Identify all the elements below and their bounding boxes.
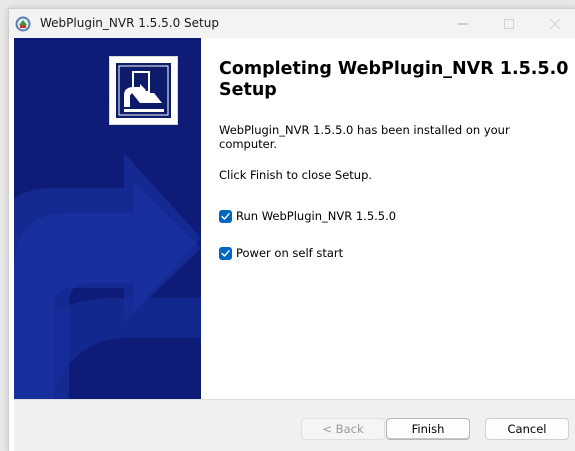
self-start-option[interactable]: Power on self start: [219, 245, 343, 261]
setup-app-icon: [15, 16, 31, 32]
button-bar: < Back Finish Cancel: [14, 399, 575, 451]
minimize-button[interactable]: [440, 9, 486, 38]
self-start-checkbox[interactable]: [219, 246, 232, 260]
setup-window: WebPlugin_NVR 1.5.5.0 Setup Completing W…: [8, 8, 575, 451]
installer-side-banner: [14, 38, 201, 399]
checkmark-icon: [221, 212, 230, 220]
installer-computer-icon: [116, 63, 171, 118]
window-title: WebPlugin_NVR 1.5.5.0 Setup: [40, 16, 219, 30]
minimize-icon: [458, 23, 468, 25]
close-icon: [549, 18, 561, 30]
cancel-button[interactable]: Cancel: [485, 418, 569, 440]
maximize-button[interactable]: [486, 9, 532, 38]
self-start-label: Power on self start: [236, 246, 344, 260]
run-app-option[interactable]: Run WebPlugin_NVR 1.5.5.0: [219, 208, 396, 224]
close-button[interactable]: [532, 9, 575, 38]
checkmark-icon: [221, 249, 230, 257]
back-button[interactable]: < Back: [301, 418, 385, 440]
installed-message: WebPlugin_NVR 1.5.5.0 has been installed…: [219, 123, 510, 151]
completion-panel: Completing WebPlugin_NVR 1.5.5.0 Setup W…: [201, 38, 575, 399]
finish-button[interactable]: Finish: [386, 418, 470, 440]
run-app-checkbox[interactable]: [219, 209, 232, 223]
title-bar[interactable]: WebPlugin_NVR 1.5.5.0 Setup: [9, 9, 575, 38]
installer-logo: [109, 56, 178, 125]
page-title: Completing WebPlugin_NVR 1.5.5.0 Setup: [219, 59, 569, 100]
finish-instruction: Click Finish to close Setup.: [219, 168, 373, 182]
maximize-icon: [504, 19, 514, 29]
run-app-label: Run WebPlugin_NVR 1.5.5.0: [236, 209, 397, 223]
